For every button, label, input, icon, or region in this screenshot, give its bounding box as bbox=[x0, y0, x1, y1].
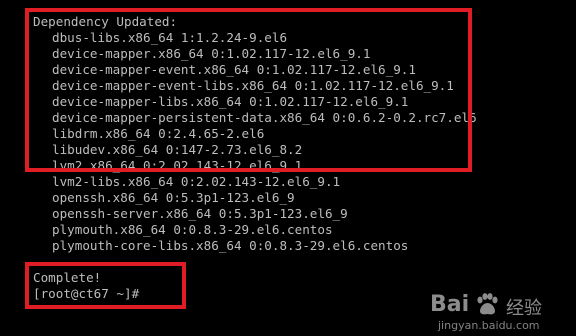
package-line: openssh.x86_64 0:5.3p1-123.el6_9 bbox=[52, 190, 295, 205]
package-line: plymouth.x86_64 0:0.8.3-29.el6.centos bbox=[52, 222, 333, 237]
baidu-logo-text: Bai bbox=[430, 292, 470, 317]
dependency-highlight-box bbox=[25, 8, 472, 172]
terminal-window[interactable]: Dependency Updated: dbus-libs.x86_64 1:1… bbox=[0, 0, 576, 336]
baidu-jingyan-label: 经验 bbox=[506, 298, 542, 319]
paw-icon bbox=[477, 293, 498, 315]
complete-highlight-box bbox=[25, 262, 186, 309]
package-line: openssh-server.x86_64 0:5.3p1-123.el6_9 bbox=[52, 206, 348, 221]
package-line: lvm2-libs.x86_64 0:2.02.143-12.el6_9.1 bbox=[52, 174, 341, 189]
package-line: plymouth-core-libs.x86_64 0:0.8.3-29.el6… bbox=[52, 238, 409, 253]
watermark-url: jingyan.baidu.com bbox=[438, 319, 540, 332]
baidu-watermark: Bai 经验 jingyan.baidu.com bbox=[430, 288, 570, 334]
